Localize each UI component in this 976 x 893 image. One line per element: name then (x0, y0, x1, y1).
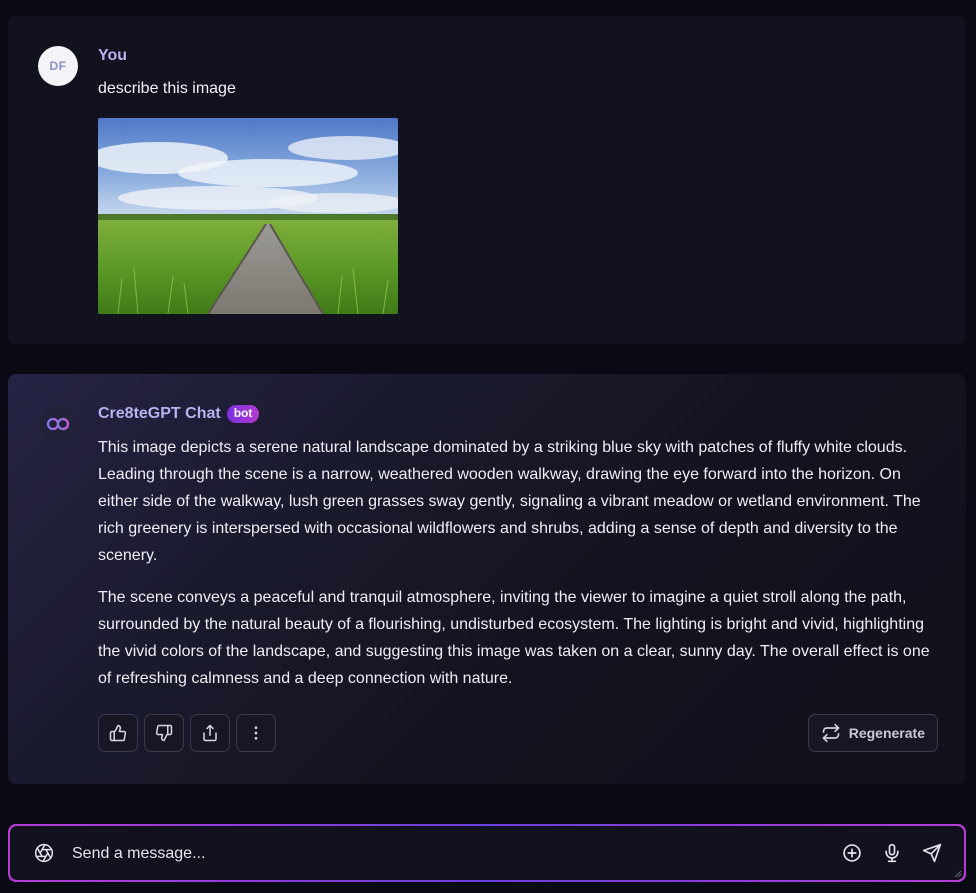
bot-author-name: Cre8teGPT Chat (98, 405, 221, 422)
plus-circle-icon (843, 844, 861, 862)
send-button[interactable] (920, 841, 944, 865)
resize-grip-icon[interactable] (954, 870, 962, 878)
bot-author-row: Cre8teGPT Chat bot (98, 405, 260, 423)
regenerate-button[interactable]: Regenerate (807, 714, 938, 752)
user-avatar: DF (38, 46, 78, 86)
thumbs-down-icon (155, 724, 173, 742)
more-options-button[interactable] (236, 714, 276, 752)
bot-paragraph: The scene conveys a peaceful and tranqui… (98, 589, 930, 687)
dislike-button[interactable] (144, 714, 184, 752)
bot-avatar (38, 404, 78, 444)
bot-message-card: Cre8teGPT Chat bot This image depicts a … (8, 374, 966, 784)
message-actions (98, 714, 276, 752)
microphone-button[interactable] (880, 841, 904, 865)
thumbs-up-icon (109, 724, 127, 742)
bot-response-text: This image depicts a serene natural land… (98, 434, 938, 707)
share-icon (203, 724, 217, 742)
user-message-card: DF You describe this image (8, 16, 966, 344)
share-button[interactable] (190, 714, 230, 752)
composer-inner (10, 826, 964, 880)
regenerate-label: Regenerate (848, 725, 925, 741)
aperture-button[interactable] (32, 841, 56, 865)
user-prompt-text: describe this image (98, 80, 236, 97)
bot-badge: bot (226, 405, 260, 423)
more-vertical-icon (254, 726, 258, 740)
aperture-icon (34, 843, 54, 863)
microphone-icon (885, 843, 899, 863)
bot-paragraph: This image depicts a serene natural land… (98, 439, 921, 564)
user-avatar-initials: DF (49, 59, 67, 73)
infinity-logo-icon (46, 417, 70, 431)
message-composer (8, 824, 966, 882)
like-button[interactable] (98, 714, 138, 752)
message-input[interactable] (70, 840, 774, 868)
attached-landscape-image[interactable] (98, 118, 398, 314)
send-icon (922, 843, 942, 863)
chat-page: DF You describe this image Cre8teGPT Cha… (0, 0, 976, 893)
user-author-name: You (98, 47, 128, 64)
add-attachment-button[interactable] (840, 841, 864, 865)
repeat-icon (822, 723, 840, 743)
